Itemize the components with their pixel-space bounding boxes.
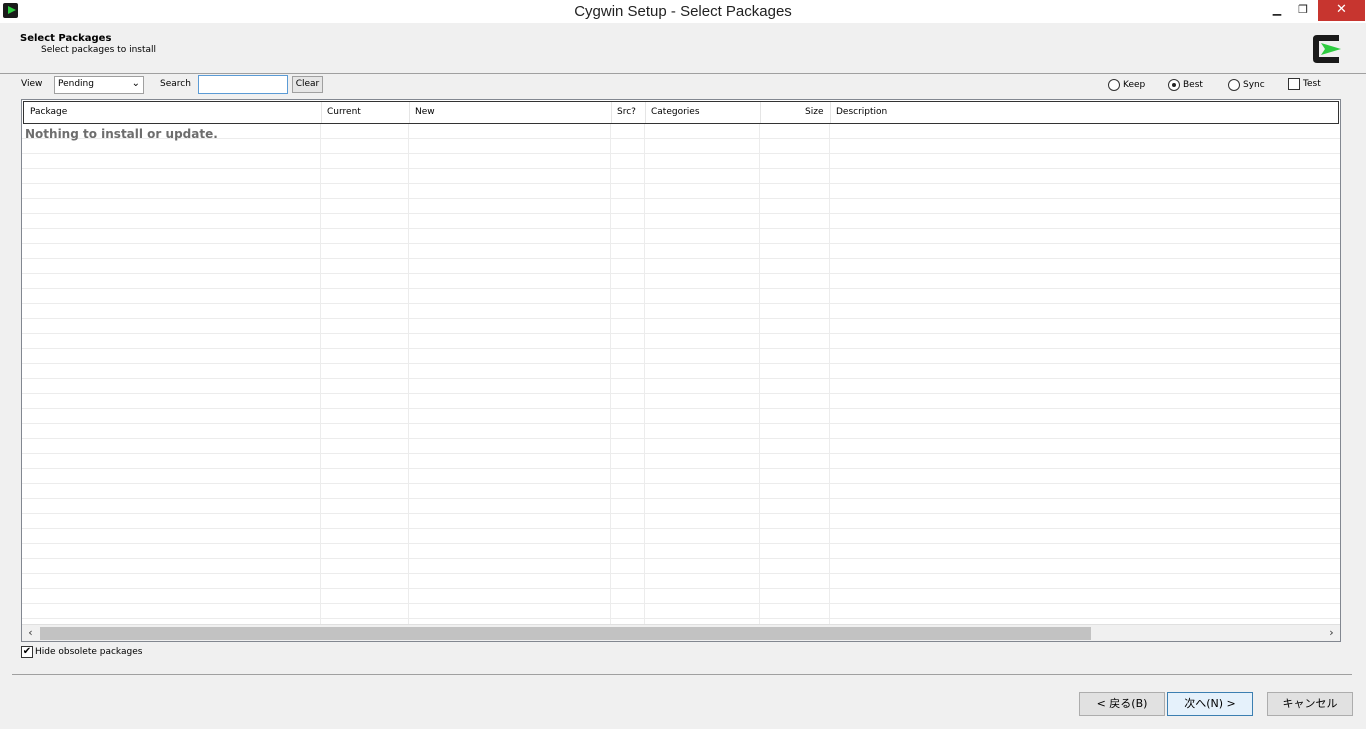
- list-header: Package Current New Src? Categories Size…: [23, 101, 1339, 124]
- search-input[interactable]: [198, 75, 288, 94]
- title-bar: Cygwin Setup - Select Packages ▁ ❐ ✕: [0, 0, 1366, 23]
- hide-obsolete-label: Hide obsolete packages: [35, 647, 143, 657]
- scrollbar-thumb[interactable]: [40, 627, 1091, 640]
- scroll-right-icon[interactable]: ›: [1323, 626, 1340, 641]
- radio-circle: [1108, 79, 1120, 91]
- column-divider: [644, 124, 645, 624]
- cygwin-logo-icon: [1313, 35, 1341, 63]
- header-divider[interactable]: [321, 102, 322, 123]
- package-list[interactable]: Package Current New Src? Categories Size…: [21, 99, 1341, 642]
- column-divider: [759, 124, 760, 624]
- page-title: Select Packages: [20, 33, 112, 44]
- column-header-categories[interactable]: Categories: [651, 107, 700, 117]
- header-divider[interactable]: [830, 102, 831, 123]
- horizontal-scrollbar[interactable]: ‹ ›: [22, 624, 1340, 641]
- cancel-button[interactable]: キャンセル: [1267, 692, 1353, 716]
- column-divider: [408, 124, 409, 624]
- scroll-left-icon[interactable]: ‹: [22, 626, 39, 641]
- test-checkbox[interactable]: Test: [1288, 78, 1321, 90]
- column-header-size[interactable]: Size: [805, 107, 823, 117]
- keep-radio-label: Keep: [1123, 80, 1146, 90]
- header-divider[interactable]: [611, 102, 612, 123]
- close-button[interactable]: ✕: [1318, 0, 1365, 21]
- empty-list-message: Nothing to install or update.: [25, 127, 218, 141]
- column-divider: [610, 124, 611, 624]
- header-divider[interactable]: [409, 102, 410, 123]
- view-dropdown[interactable]: Pending ⌄: [54, 76, 144, 94]
- column-divider: [320, 124, 321, 624]
- radio-circle: [1228, 79, 1240, 91]
- best-radio-label: Best: [1183, 80, 1203, 90]
- radio-circle-selected: [1168, 79, 1180, 91]
- footer-divider: [12, 674, 1352, 675]
- sync-radio[interactable]: Sync: [1228, 78, 1265, 92]
- clear-button[interactable]: Clear: [292, 76, 323, 93]
- column-header-src[interactable]: Src?: [617, 107, 636, 117]
- column-header-current[interactable]: Current: [327, 107, 361, 117]
- next-button[interactable]: 次へ(N) >: [1167, 692, 1253, 716]
- page-subtitle: Select packages to install: [41, 45, 157, 55]
- best-radio[interactable]: Best: [1168, 78, 1203, 92]
- checkbox-box: [1288, 78, 1300, 90]
- hide-obsolete-checkbox[interactable]: ✔ Hide obsolete packages: [21, 646, 142, 658]
- restore-button[interactable]: ❐: [1290, 0, 1316, 21]
- column-divider: [829, 124, 830, 624]
- back-button[interactable]: < 戻る(B): [1079, 692, 1165, 716]
- column-header-package[interactable]: Package: [30, 107, 67, 117]
- search-label: Search: [160, 79, 191, 89]
- header-divider[interactable]: [645, 102, 646, 123]
- view-dropdown-value: Pending: [58, 79, 94, 89]
- view-label: View: [21, 79, 43, 89]
- chevron-down-icon: ⌄: [131, 78, 140, 89]
- checkmark-icon: ✔: [21, 646, 33, 658]
- test-checkbox-label: Test: [1303, 79, 1321, 89]
- keep-radio[interactable]: Keep: [1108, 78, 1145, 92]
- window-title: Cygwin Setup - Select Packages: [574, 3, 792, 20]
- minimize-button[interactable]: ▁: [1264, 0, 1290, 21]
- sync-radio-label: Sync: [1243, 80, 1265, 90]
- column-header-description[interactable]: Description: [836, 107, 887, 117]
- header-divider[interactable]: [760, 102, 761, 123]
- package-rows: [22, 124, 1340, 624]
- page-header: Select Packages Select packages to insta…: [0, 23, 1366, 74]
- column-header-new[interactable]: New: [415, 107, 435, 117]
